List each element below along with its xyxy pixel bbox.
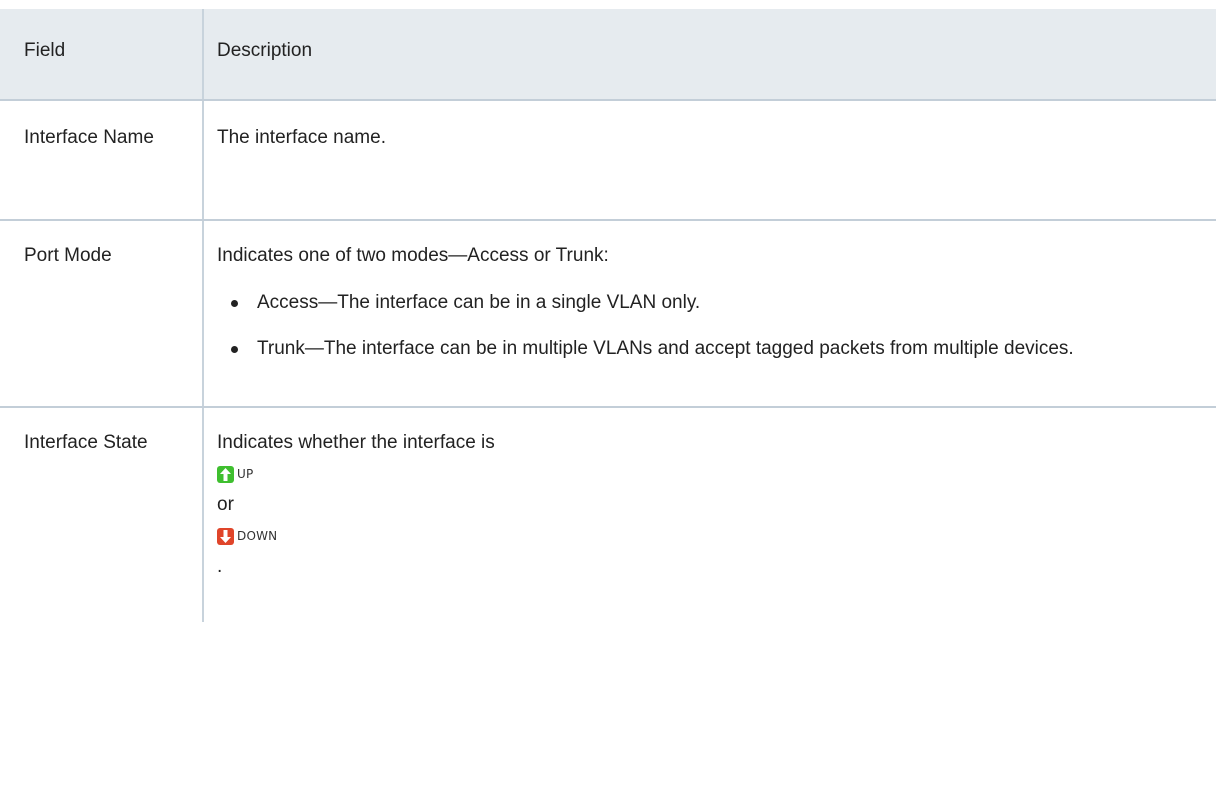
field-cell-port-mode: Port Mode bbox=[0, 221, 204, 406]
field-label: Interface State bbox=[24, 432, 148, 453]
description-cell-interface-name: The interface name. bbox=[204, 101, 1216, 219]
bullet-item-trunk: Trunk—The interface can be in multiple V… bbox=[231, 333, 1216, 365]
status-down-label: DOWN bbox=[237, 529, 278, 543]
header-field: Field bbox=[0, 9, 204, 99]
arrow-up-icon bbox=[217, 465, 234, 483]
description-text: Indicates whether the interface is bbox=[217, 432, 495, 453]
status-up-label: UP bbox=[237, 467, 254, 481]
bullet-item-access: Access—The interface can be in a single … bbox=[231, 287, 1216, 319]
table-header-row: Field Description bbox=[0, 9, 1216, 99]
field-label: Interface Name bbox=[24, 127, 154, 148]
field-description-table: Field Description Interface Name The int… bbox=[0, 9, 1216, 622]
trailing-period: . bbox=[217, 556, 223, 577]
field-label: Port Mode bbox=[24, 245, 112, 266]
table-row: Port Mode Indicates one of two modes—Acc… bbox=[0, 219, 1216, 406]
table-row: Interface State Indicates whether the in… bbox=[0, 406, 1216, 622]
description-text: Indicates one of two modes—Access or Tru… bbox=[217, 245, 609, 266]
description-text: The interface name. bbox=[217, 127, 386, 148]
description-cell-interface-state: Indicates whether the interface is UP or… bbox=[204, 408, 1216, 622]
status-up: UP bbox=[217, 459, 1216, 489]
bullet-list: Access—The interface can be in a single … bbox=[217, 287, 1216, 365]
table-row: Interface Name The interface name. bbox=[0, 99, 1216, 219]
header-description: Description bbox=[217, 40, 313, 61]
field-cell-interface-state: Interface State bbox=[0, 408, 204, 622]
status-down: DOWN bbox=[217, 521, 1216, 551]
field-cell-interface-name: Interface Name bbox=[0, 101, 204, 219]
description-cell-port-mode: Indicates one of two modes—Access or Tru… bbox=[204, 221, 1216, 406]
connector-text: or bbox=[217, 494, 234, 515]
arrow-down-icon bbox=[217, 527, 234, 545]
